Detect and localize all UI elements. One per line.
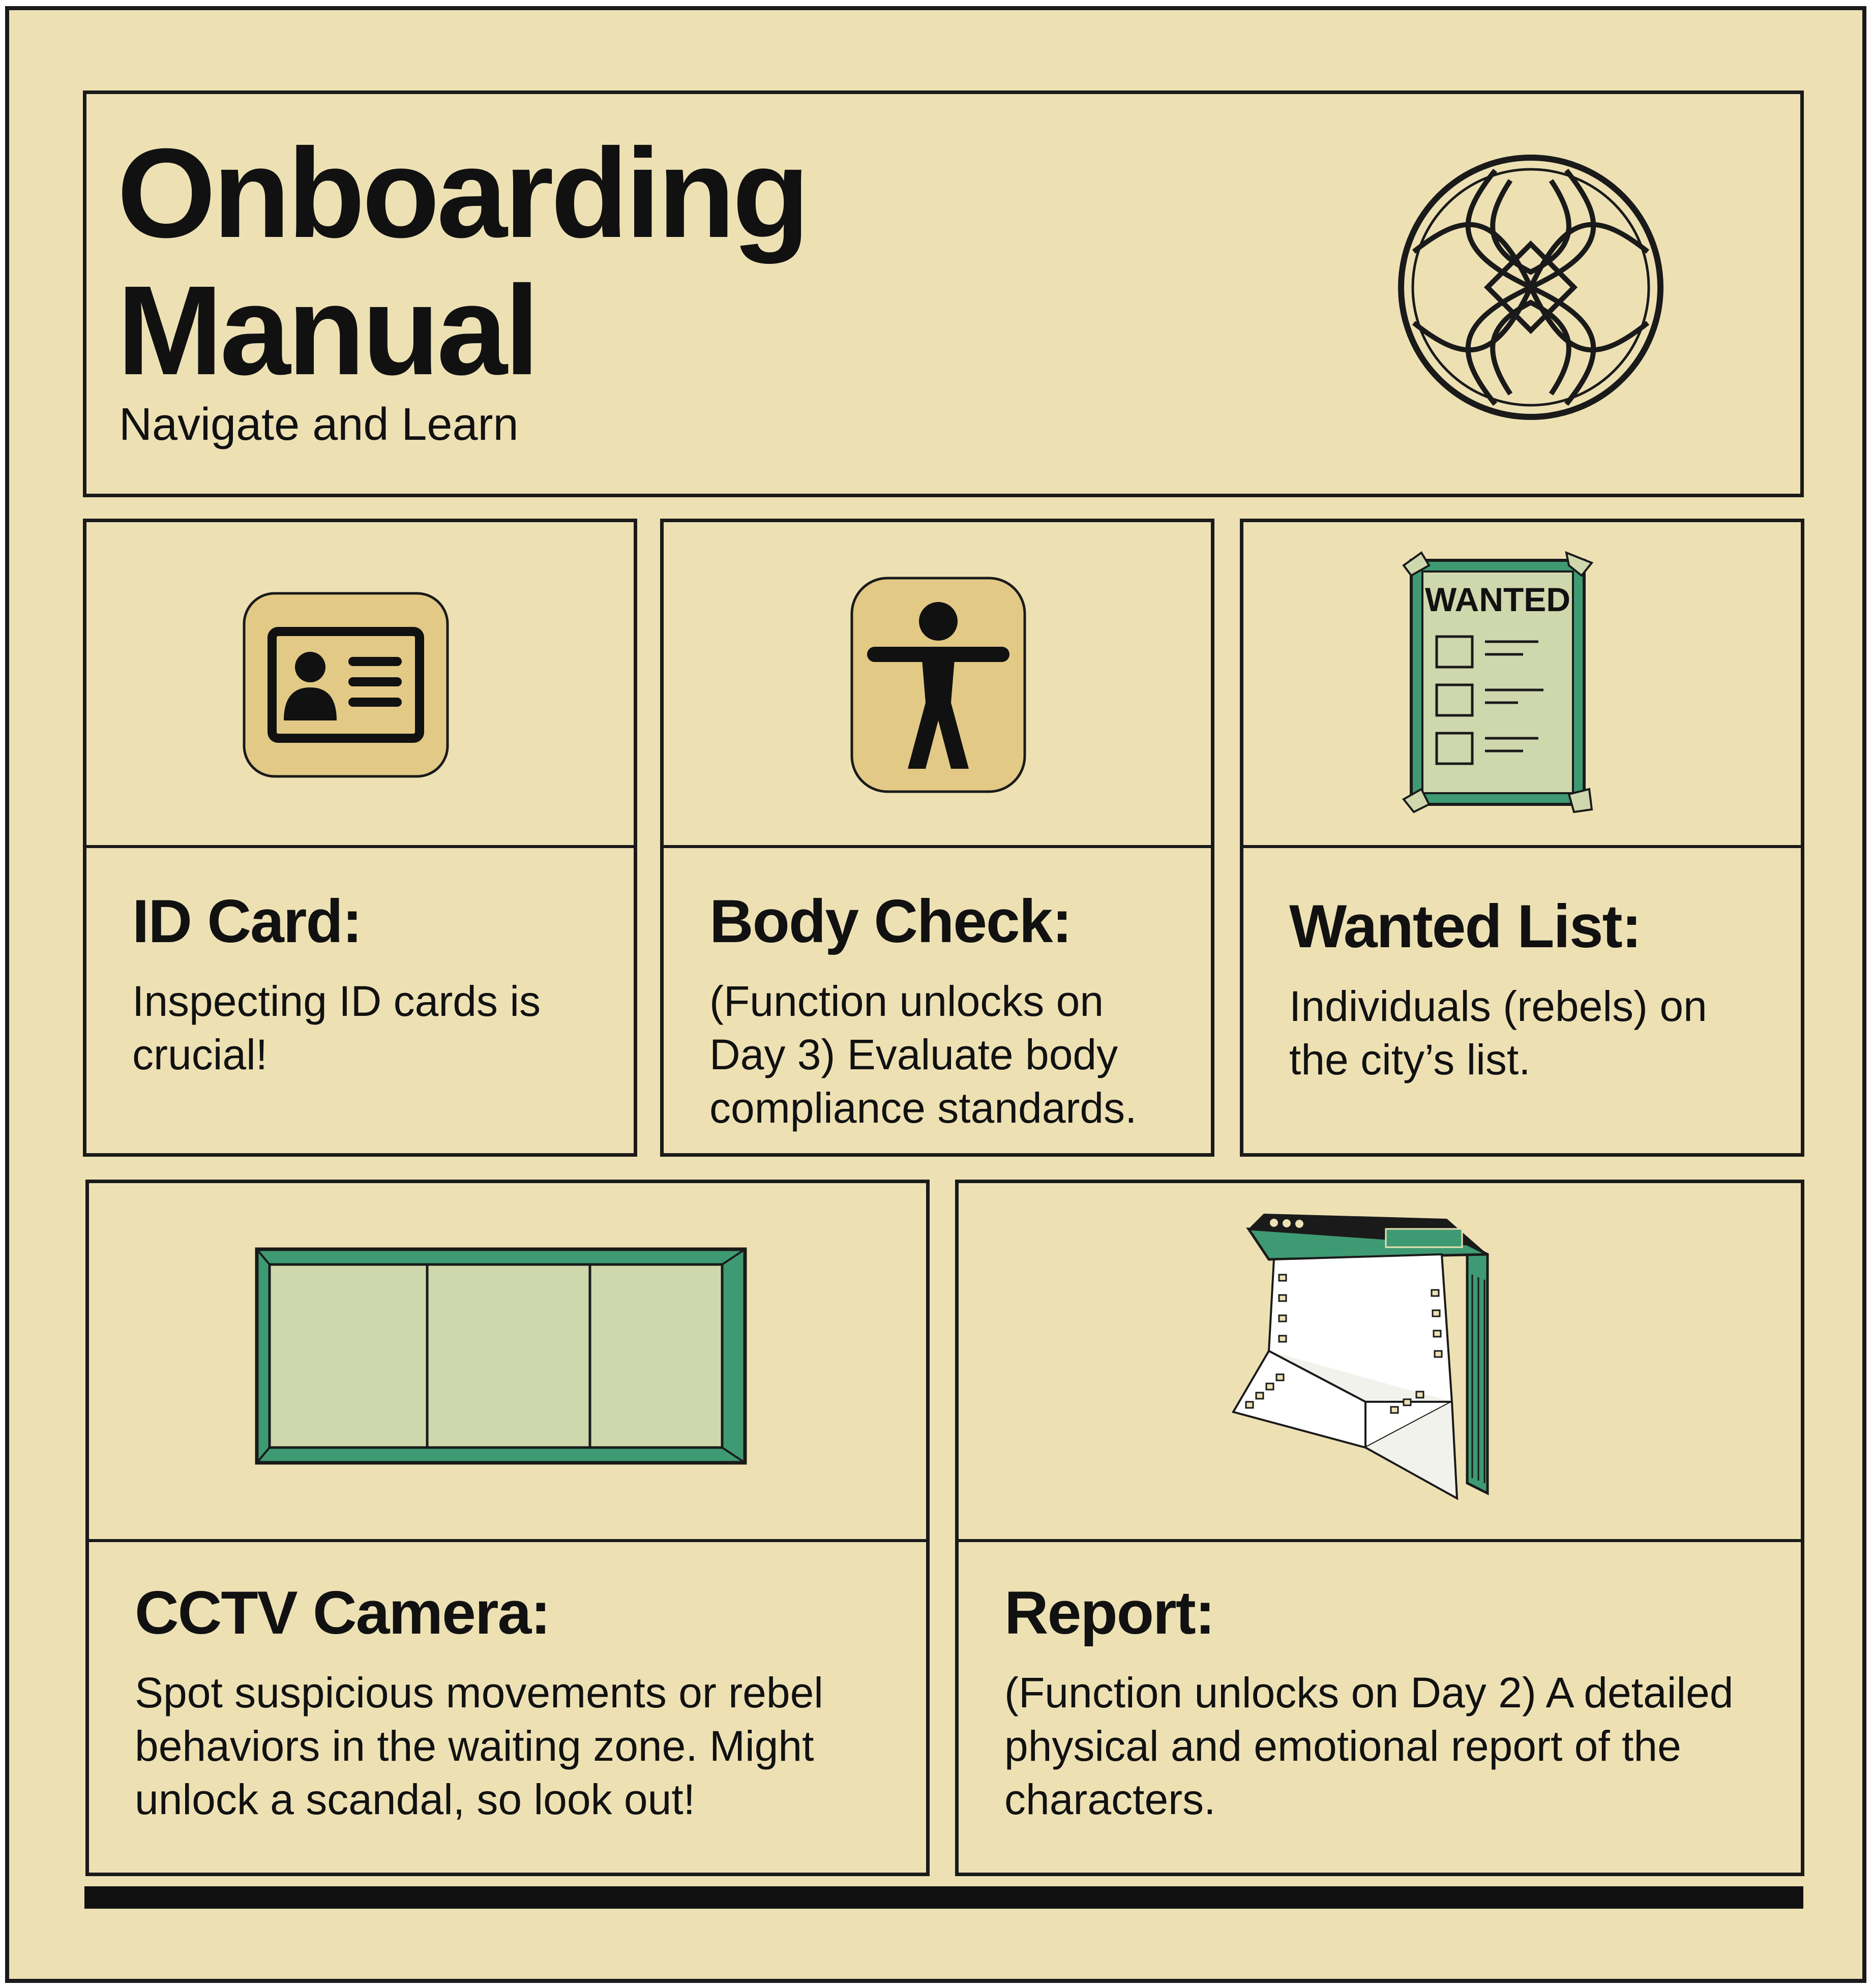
card-description: (Function unlocks on Day 2) A detailed p… bbox=[1004, 1669, 1734, 1823]
card-wanted-list[interactable]: WANTED Wanted List: Individuals (rebels)… bbox=[1240, 519, 1804, 1157]
wanted-poster-text: WANTED bbox=[1425, 581, 1570, 618]
wanted-poster-icon: WANTED bbox=[1402, 551, 1594, 814]
card-divider bbox=[664, 845, 1211, 848]
card-divider bbox=[959, 1539, 1801, 1542]
card-description: Inspecting ID cards is crucial! bbox=[132, 977, 541, 1078]
card-body-check[interactable]: Body Check: (Function unlocks on Day 3) … bbox=[660, 519, 1214, 1157]
card-title: Report: bbox=[1004, 1579, 1215, 1647]
card-cctv-camera[interactable]: CCTV Camera: Spot suspicious movements o… bbox=[85, 1180, 930, 1876]
card-description: Individuals (rebels) on the city’s list. bbox=[1289, 982, 1707, 1083]
card-title: Wanted List: bbox=[1289, 892, 1642, 960]
card-title: ID Card: bbox=[132, 887, 363, 955]
page-subtitle: Navigate and Learn bbox=[119, 399, 519, 450]
card-description: (Function unlocks on Day 3) Evaluate bod… bbox=[709, 977, 1137, 1132]
page-title: Onboarding Manual bbox=[117, 122, 810, 401]
card-report[interactable]: Report: (Function unlocks on Day 2) A de… bbox=[955, 1180, 1804, 1876]
footer-bar bbox=[84, 1886, 1803, 1909]
card-id-card[interactable]: ID Card: Inspecting ID cards is crucial! bbox=[83, 519, 637, 1157]
title-line-1: Onboarding bbox=[117, 122, 810, 264]
card-title: Body Check: bbox=[709, 887, 1072, 955]
body-figure-icon bbox=[850, 577, 1026, 793]
card-divider bbox=[1243, 845, 1801, 848]
header-panel: Onboarding Manual Navigate and Learn bbox=[83, 91, 1804, 497]
card-divider bbox=[86, 845, 634, 848]
title-line-2: Manual bbox=[117, 259, 540, 401]
knot-emblem-icon bbox=[1398, 155, 1663, 420]
id-card-icon bbox=[243, 592, 449, 778]
cctv-monitor-icon bbox=[255, 1247, 747, 1465]
card-title: CCTV Camera: bbox=[135, 1579, 551, 1647]
report-printer-icon bbox=[1231, 1214, 1489, 1500]
manual-page: Onboarding Manual Navigate and Learn ID … bbox=[5, 6, 1866, 1983]
card-divider bbox=[89, 1539, 926, 1542]
card-description: Spot suspicious movements or rebel behav… bbox=[135, 1669, 823, 1823]
